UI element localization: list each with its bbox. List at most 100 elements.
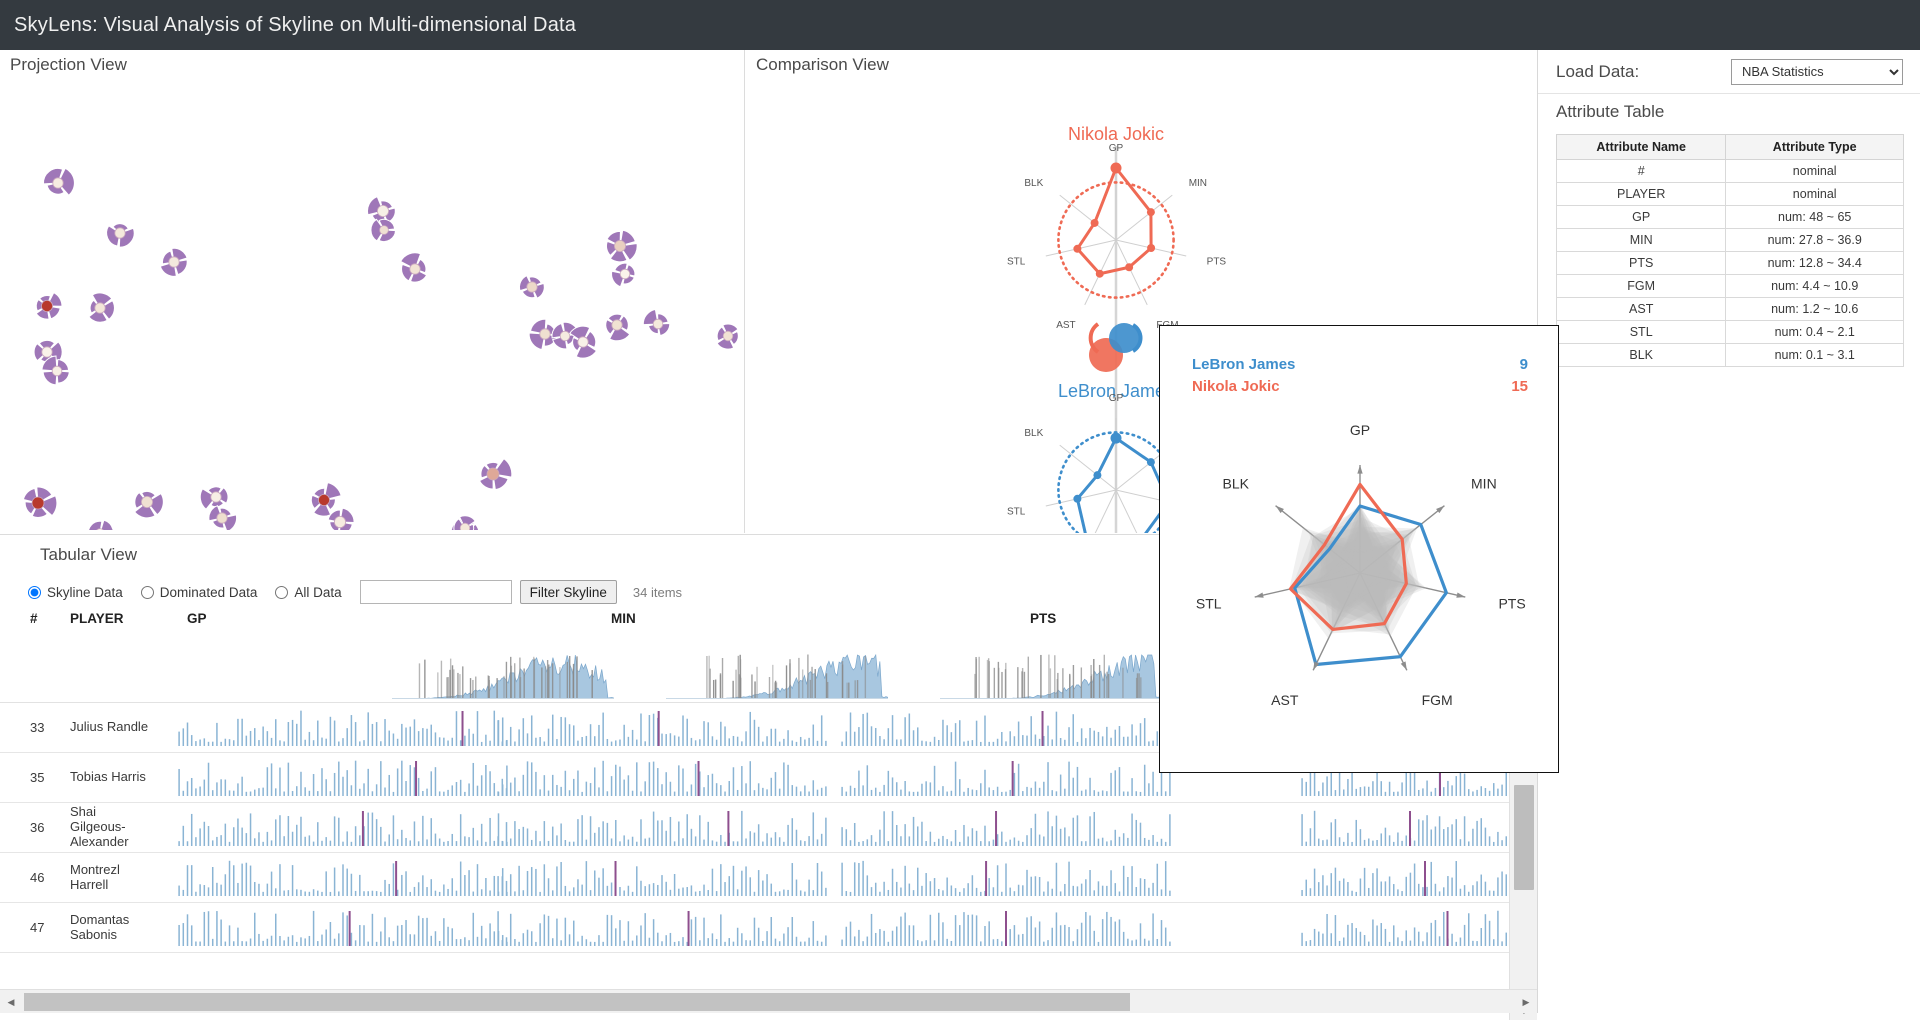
- projection-glyph[interactable]: [367, 195, 396, 224]
- row-sparkline: [497, 760, 827, 796]
- projection-glyph[interactable]: [569, 325, 598, 359]
- row-id-cell: 36: [30, 820, 45, 835]
- projection-glyph[interactable]: [106, 223, 135, 248]
- horizontal-scroll-thumb[interactable]: [24, 993, 1130, 1011]
- row-pts-sparkline-cell[interactable]: [840, 909, 1172, 947]
- column-header-gp[interactable]: GP: [187, 611, 207, 626]
- radar-axis-label: STL: [1007, 257, 1026, 268]
- projection-glyph[interactable]: [400, 252, 428, 283]
- projection-glyph[interactable]: [478, 457, 513, 491]
- attribute-row[interactable]: PLAYER nominal: [1555, 182, 1904, 206]
- glyph-center: [94, 302, 106, 314]
- attribute-row[interactable]: PTS num: 12.8 ~ 34.4: [1555, 251, 1904, 275]
- filter-skyline-button[interactable]: Filter Skyline: [519, 580, 617, 604]
- right-sidebar: Load Data: NBA Statistics Attribute Tabl…: [1537, 50, 1920, 1013]
- glyph-center: [210, 491, 222, 503]
- column-header-min[interactable]: MIN: [611, 611, 636, 626]
- comparison-detail-popup[interactable]: LeBron James 9 Nikola Jokic 15 GP MIN PTS FGM A…: [1159, 325, 1559, 773]
- row-sparkline: [178, 760, 508, 796]
- row-gp-sparkline-cell[interactable]: [177, 709, 509, 747]
- projection-scatter-plot[interactable]: [0, 78, 745, 530]
- table-row[interactable]: 47 Domantas Sabonis: [0, 903, 1509, 953]
- projection-glyph[interactable]: [133, 490, 164, 519]
- row-gp-sparkline-cell[interactable]: [177, 809, 509, 847]
- dataset-select[interactable]: NBA Statistics: [1731, 58, 1903, 85]
- row-gp-sparkline-cell[interactable]: [177, 859, 509, 897]
- glyph-center: [140, 495, 153, 508]
- table-row[interactable]: 36 Shai Gilgeous-Alexander: [0, 803, 1509, 853]
- row-extra-sparkline-cell[interactable]: [1300, 859, 1509, 897]
- row-min-sparkline-cell[interactable]: [496, 709, 828, 747]
- projection-glyph[interactable]: [716, 323, 739, 350]
- row-min-sparkline-cell[interactable]: [496, 809, 828, 847]
- projection-glyph[interactable]: [35, 292, 63, 320]
- radar-axis-label: GP: [1109, 143, 1124, 154]
- projection-glyph[interactable]: [22, 486, 58, 518]
- filter-input[interactable]: [359, 580, 512, 604]
- radar-axis-arrowhead: [1254, 592, 1264, 598]
- projection-glyph[interactable]: [88, 292, 115, 323]
- attribute-type-cell: nominal: [1725, 182, 1904, 206]
- attribute-row[interactable]: GP num: 48 ~ 65: [1555, 205, 1904, 229]
- projection-glyph[interactable]: [327, 507, 355, 530]
- load-data-row: Load Data: NBA Statistics: [1538, 50, 1920, 94]
- radio-all-data-input[interactable]: [275, 585, 289, 599]
- projection-glyph[interactable]: [370, 218, 397, 243]
- vertical-scroll-thumb[interactable]: [1514, 785, 1534, 890]
- row-min-sparkline-cell[interactable]: [496, 909, 828, 947]
- attribute-row[interactable]: STL num: 0.4 ~ 2.1: [1555, 320, 1904, 344]
- column-distribution-chart: [391, 654, 615, 700]
- projection-glyph[interactable]: [605, 313, 631, 342]
- row-pts-sparkline-cell[interactable]: [840, 709, 1172, 747]
- column-header-pts[interactable]: PTS: [1030, 611, 1056, 626]
- projection-glyph[interactable]: [159, 247, 188, 277]
- projection-glyph[interactable]: [199, 486, 229, 510]
- attribute-row[interactable]: # nominal: [1555, 159, 1904, 183]
- glyph-center: [51, 365, 63, 377]
- projection-glyph[interactable]: [519, 275, 545, 299]
- projection-glyph[interactable]: [88, 519, 114, 530]
- radio-dominated-data-input[interactable]: [140, 585, 154, 599]
- table-horizontal-scrollbar[interactable]: ◀ ▶: [0, 989, 1537, 1013]
- row-sparkline: [497, 911, 827, 946]
- scroll-left-arrow-icon[interactable]: ◀: [2, 990, 20, 1014]
- column-header-player[interactable]: PLAYER: [70, 611, 124, 626]
- attribute-row[interactable]: FGM num: 4.4 ~ 10.9: [1555, 274, 1904, 298]
- attribute-name-cell: PTS: [1555, 251, 1727, 275]
- projection-glyph[interactable]: [208, 505, 238, 530]
- projection-glyph[interactable]: [41, 355, 70, 386]
- row-pts-sparkline-cell[interactable]: [840, 859, 1172, 897]
- radar-data-point: [1147, 244, 1156, 253]
- projection-glyph[interactable]: [606, 229, 638, 263]
- radar-data-point: [1093, 471, 1102, 480]
- radio-dominated-data[interactable]: Dominated Data: [140, 585, 257, 600]
- row-gp-sparkline-cell[interactable]: [177, 759, 509, 797]
- attribute-name-cell: GP: [1555, 205, 1727, 229]
- attribute-row[interactable]: AST num: 1.2 ~ 10.6: [1555, 297, 1904, 321]
- attribute-row[interactable]: MIN num: 27.8 ~ 36.9: [1555, 228, 1904, 252]
- radio-skyline-data-input[interactable]: [28, 585, 41, 599]
- row-min-sparkline-cell[interactable]: [496, 859, 828, 897]
- row-extra-sparkline-cell[interactable]: [1300, 909, 1509, 947]
- projection-glyph[interactable]: [611, 262, 636, 288]
- row-pts-sparkline-cell[interactable]: [840, 809, 1172, 847]
- projection-glyph[interactable]: [453, 515, 476, 530]
- attribute-type-cell: num: 27.8 ~ 36.9: [1725, 228, 1904, 252]
- table-row[interactable]: 46 Montrezl Harrell: [0, 853, 1509, 903]
- column-header-id[interactable]: #: [30, 611, 38, 626]
- radio-all-data[interactable]: All Data: [275, 585, 342, 600]
- row-pts-sparkline-cell[interactable]: [840, 759, 1172, 797]
- popup-legend-name: Nikola Jokic: [1192, 378, 1280, 395]
- scroll-right-arrow-icon[interactable]: ▶: [1517, 990, 1535, 1014]
- attribute-row[interactable]: BLK num: 0.1 ~ 3.1: [1555, 343, 1904, 367]
- projection-glyph[interactable]: [642, 308, 671, 337]
- radar-axis-label: PTS: [1207, 257, 1227, 268]
- radio-skyline-data[interactable]: Skyline Data: [28, 585, 123, 600]
- radar-axis-label: PTS: [1498, 596, 1525, 612]
- radar-axis-arrowhead: [1400, 661, 1407, 671]
- row-extra-sparkline-cell[interactable]: [1300, 809, 1509, 847]
- row-min-sparkline-cell[interactable]: [496, 759, 828, 797]
- projection-glyph[interactable]: [43, 167, 75, 196]
- row-gp-sparkline-cell[interactable]: [177, 909, 509, 947]
- row-sparkline: [841, 811, 1171, 846]
